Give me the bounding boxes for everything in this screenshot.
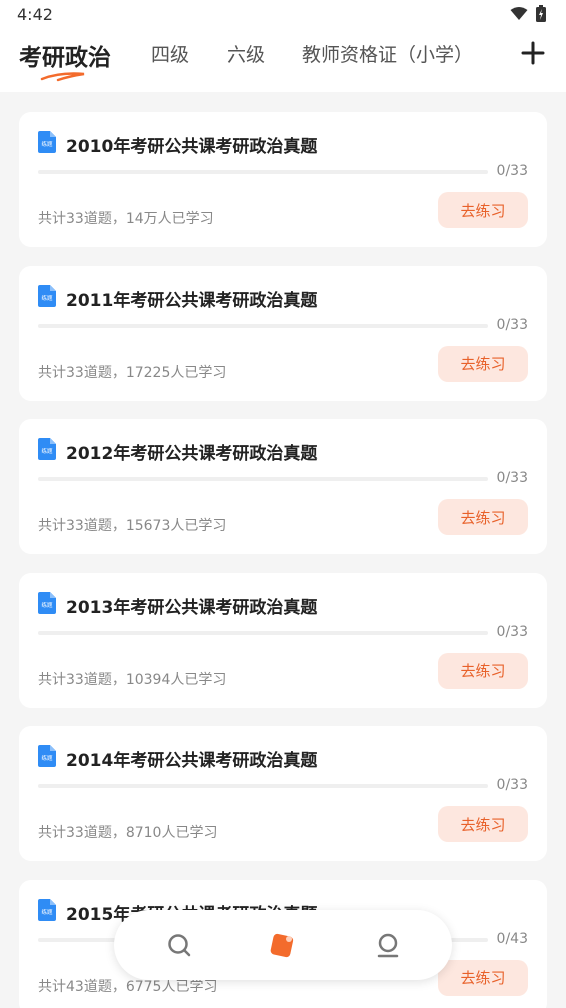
card-meta: 共计33道题，15673人已学习	[38, 518, 227, 534]
document-icon: 练题	[38, 898, 56, 921]
document-icon: 练题	[38, 284, 56, 307]
card-title: 2010年考研公共课考研政治真题	[66, 137, 318, 157]
exam-card[interactable]: 练题 2010年考研公共课考研政治真题 0/33 共计33道题，14万人已学习 …	[19, 112, 547, 247]
bottom-nav	[114, 910, 452, 980]
document-icon-label: 练题	[41, 140, 53, 148]
exam-list: 练题 2010年考研公共课考研政治真题 0/33 共计33道题，14万人已学习 …	[0, 92, 566, 1008]
card-meta: 共计33道题，10394人已学习	[38, 671, 227, 688]
status-time: 4:42	[17, 5, 53, 24]
practice-button[interactable]: 去练习	[438, 652, 528, 689]
practice-button[interactable]: 去练习	[438, 345, 528, 382]
progress-bar	[38, 784, 488, 788]
progress-count: 0/33	[496, 163, 528, 179]
document-icon: 练题	[38, 438, 56, 460]
card-meta: 共计33道题，17225人已学习	[38, 364, 227, 381]
document-icon-label: 练题	[41, 294, 53, 302]
progress-bar	[38, 477, 488, 481]
document-icon-label: 练题	[41, 601, 53, 609]
progress-count: 0/43	[496, 930, 528, 947]
category-tab-bar: 考研政治 四级 六级 教师资格证（小学）	[0, 30, 566, 92]
document-icon: 练题	[38, 591, 56, 614]
search-icon[interactable]	[166, 932, 192, 958]
tab-active-indicator	[40, 72, 85, 82]
exam-card[interactable]: 练题 2014年考研公共课考研政治真题 0/33 共计33道题，8710人已学习…	[19, 726, 547, 861]
status-icons	[510, 5, 546, 22]
tab-cet6[interactable]: 六级	[227, 40, 265, 67]
document-icon-label: 练题	[41, 447, 53, 455]
exam-card[interactable]: 练题 2011年考研公共课考研政治真题 0/33 共计33道题，17225人已学…	[19, 265, 547, 401]
exam-card[interactable]: 练题 2012年考研公共课考研政治真题 0/33 共计33道题，15673人已学…	[19, 419, 547, 554]
document-icon-label: 练题	[41, 754, 53, 762]
progress-count: 0/33	[496, 623, 528, 640]
progress-count: 0/33	[496, 316, 528, 333]
practice-button[interactable]: 去练习	[438, 499, 528, 535]
progress-count: 0/33	[496, 470, 528, 486]
wifi-icon	[510, 6, 528, 20]
tab-kaoyan-politics[interactable]: 考研政治	[19, 38, 111, 72]
document-icon: 练题	[38, 745, 56, 767]
status-bar: 4:42	[0, 0, 566, 30]
practice-button[interactable]: 去练习	[438, 959, 528, 996]
card-title: 2014年考研公共课考研政治真题	[66, 751, 318, 771]
card-title: 2012年考研公共课考研政治真题	[66, 444, 318, 464]
exam-card[interactable]: 练题 2013年考研公共课考研政治真题 0/33 共计33道题，10394人已学…	[19, 572, 547, 708]
practice-button[interactable]: 去练习	[438, 192, 528, 228]
practice-icon[interactable]	[270, 932, 296, 958]
tab-cet4[interactable]: 四级	[151, 40, 189, 67]
card-title: 2011年考研公共课考研政治真题	[66, 290, 318, 311]
card-meta: 共计33道题，14万人已学习	[38, 211, 214, 227]
progress-bar	[38, 170, 488, 174]
profile-icon[interactable]	[375, 932, 401, 958]
card-title: 2013年考研公共课考研政治真题	[66, 597, 318, 618]
card-meta: 共计33道题，8710人已学习	[38, 825, 218, 841]
practice-button[interactable]: 去练习	[438, 806, 528, 842]
progress-count: 0/33	[496, 777, 528, 793]
add-icon[interactable]	[520, 40, 546, 66]
progress-bar	[38, 323, 488, 328]
progress-bar	[38, 630, 488, 635]
document-icon: 练题	[38, 131, 56, 153]
battery-icon	[536, 5, 546, 22]
tab-teacher-cert[interactable]: 教师资格证（小学）	[302, 40, 473, 67]
document-icon-label: 练题	[41, 908, 53, 916]
